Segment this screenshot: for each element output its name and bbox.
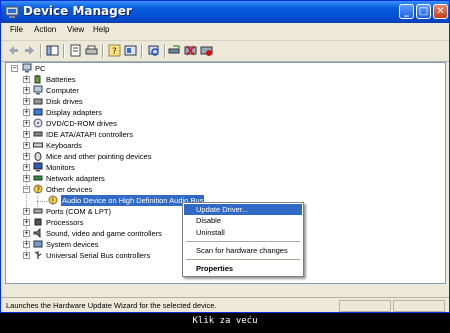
tree-item-label: Other devices xyxy=(46,185,93,194)
tree-root-label: PC xyxy=(35,64,46,73)
svg-text:?: ? xyxy=(112,47,117,57)
scan-hardware-icon[interactable] xyxy=(147,44,160,57)
caption-text[interactable]: Klik za veću xyxy=(0,316,450,326)
tree-item-label: Processors xyxy=(46,218,84,227)
window-title: Device Manager xyxy=(23,4,132,18)
tree-item-label: Network adapters xyxy=(46,174,105,183)
computer-icon xyxy=(33,85,43,95)
svg-text:!: ! xyxy=(51,197,54,206)
toolbar-separator xyxy=(102,44,104,58)
ide-controller-icon xyxy=(33,131,43,137)
collapse-icon[interactable]: − xyxy=(23,186,30,193)
update-driver-icon[interactable] xyxy=(168,44,181,57)
tree-item-label: Mice and other pointing devices xyxy=(46,152,152,161)
tree-item-label: Batteries xyxy=(46,75,76,84)
sound-icon xyxy=(33,228,41,238)
context-menu: Update Driver... Disable Uninstall Scan … xyxy=(182,202,304,277)
warning-device-icon: ! xyxy=(48,195,58,205)
properties-icon[interactable] xyxy=(69,44,82,57)
processor-icon xyxy=(34,218,42,226)
expand-icon[interactable]: + xyxy=(23,120,30,127)
view-icon[interactable] xyxy=(124,44,137,57)
cdrom-icon xyxy=(33,118,43,128)
tree-item-label: Computer xyxy=(46,86,79,95)
expand-icon[interactable]: + xyxy=(23,230,30,237)
menu-scan-hardware[interactable]: Scan for hardware changes xyxy=(184,245,302,256)
svg-text:?: ? xyxy=(36,186,40,195)
usb-icon xyxy=(34,251,42,259)
menu-separator xyxy=(186,259,300,260)
tree-item-label: Ports (COM & LPT) xyxy=(46,207,112,216)
disable-icon[interactable] xyxy=(200,44,213,57)
menu-action[interactable]: Action xyxy=(34,25,56,34)
keyboard-icon xyxy=(33,142,43,148)
tree-item-label: Monitors xyxy=(46,163,75,172)
expand-icon[interactable]: + xyxy=(23,219,30,226)
menu-uninstall[interactable]: Uninstall xyxy=(184,227,302,238)
title-bar[interactable]: Device Manager _ □ ✕ xyxy=(1,1,449,23)
toolbar-separator xyxy=(63,44,65,58)
collapse-icon[interactable]: − xyxy=(11,65,18,72)
network-adapter-icon xyxy=(33,175,43,181)
expand-icon[interactable]: + xyxy=(23,98,30,105)
print-icon[interactable] xyxy=(85,44,98,57)
mouse-icon xyxy=(34,152,42,161)
expand-icon[interactable]: + xyxy=(23,208,30,215)
menu-separator xyxy=(186,241,300,242)
minimize-button[interactable]: _ xyxy=(399,4,414,19)
tree-guide-line xyxy=(37,201,47,202)
expand-icon[interactable]: + xyxy=(23,241,30,248)
uninstall-icon[interactable] xyxy=(184,44,197,57)
expand-icon[interactable]: + xyxy=(23,252,30,259)
expand-icon[interactable]: + xyxy=(23,131,30,138)
device-manager-icon xyxy=(5,6,19,18)
system-device-icon xyxy=(33,240,43,248)
status-pane xyxy=(393,300,445,312)
menu-properties[interactable]: Properties xyxy=(184,263,302,274)
tree-item-label: Universal Serial Bus controllers xyxy=(46,251,151,260)
toolbar-separator xyxy=(141,44,143,58)
monitor-icon xyxy=(33,162,43,172)
tree-item-label: Sound, video and game controllers xyxy=(46,229,162,238)
battery-icon xyxy=(34,75,41,84)
tree-item-label: System devices xyxy=(46,240,99,249)
display-adapter-icon xyxy=(33,108,43,116)
menu-bar: File Action View Help xyxy=(1,23,449,41)
menu-update-driver[interactable]: Update Driver... xyxy=(184,204,302,215)
tree-item-label: Keyboards xyxy=(46,141,82,150)
close-button[interactable]: ✕ xyxy=(433,4,448,19)
show-hide-tree-icon[interactable] xyxy=(46,44,59,57)
tree-item-label: Disk drives xyxy=(46,97,83,106)
tree-item-label: Display adapters xyxy=(46,108,102,117)
pc-icon xyxy=(22,63,32,73)
status-bar: Launches the Hardware Update Wizard for … xyxy=(1,297,449,312)
expand-icon[interactable]: + xyxy=(23,109,30,116)
menu-file[interactable]: File xyxy=(10,25,23,34)
toolbar: ? xyxy=(1,41,449,62)
tree-item-label: IDE ATA/ATAPI controllers xyxy=(46,130,133,139)
menu-view[interactable]: View xyxy=(67,25,84,34)
toolbar-separator xyxy=(164,44,166,58)
maximize-button[interactable]: □ xyxy=(416,4,431,19)
expand-icon[interactable]: + xyxy=(23,175,30,182)
port-icon xyxy=(33,208,43,214)
expand-icon[interactable]: + xyxy=(23,164,30,171)
back-arrow-icon[interactable] xyxy=(7,44,20,57)
tree-item-label: DVD/CD-ROM drives xyxy=(46,119,117,128)
toolbar-separator xyxy=(40,44,42,58)
help-icon[interactable]: ? xyxy=(108,44,121,57)
device-manager-window: Device Manager _ □ ✕ File Action View He… xyxy=(0,0,450,313)
expand-icon[interactable]: + xyxy=(23,142,30,149)
expand-icon[interactable]: + xyxy=(23,87,30,94)
disk-drive-icon xyxy=(33,98,43,105)
forward-arrow-icon[interactable] xyxy=(23,44,36,57)
status-pane xyxy=(339,300,391,312)
menu-help[interactable]: Help xyxy=(93,25,109,34)
unknown-device-icon: ? xyxy=(33,184,43,194)
expand-icon[interactable]: + xyxy=(23,76,30,83)
status-text: Launches the Hardware Update Wizard for … xyxy=(6,301,217,310)
expand-icon[interactable]: + xyxy=(23,153,30,160)
menu-disable[interactable]: Disable xyxy=(184,215,302,226)
